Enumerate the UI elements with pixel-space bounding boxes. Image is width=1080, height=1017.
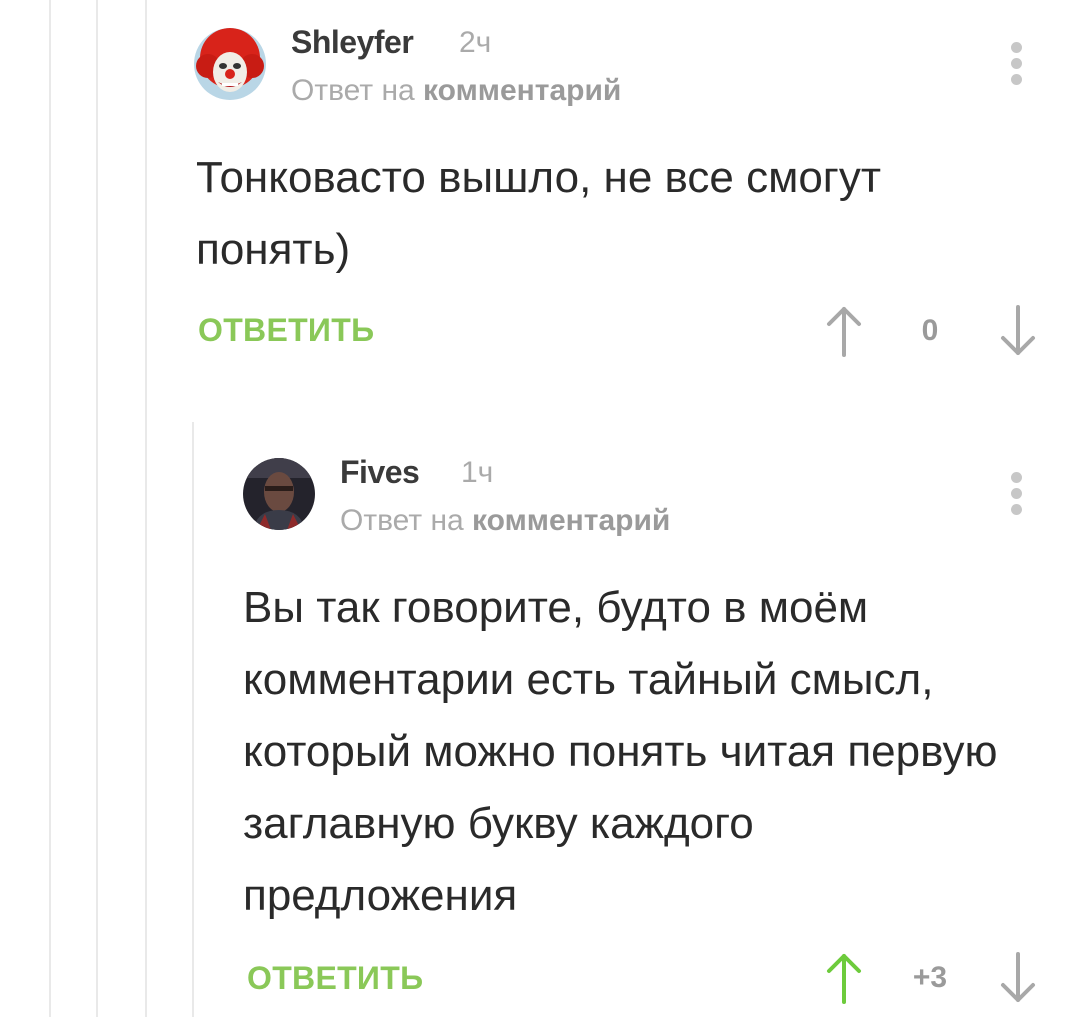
downvote-button[interactable] [998, 952, 1038, 1004]
comment: Fives 1ч Ответ на комментарий Вы так гов… [0, 430, 1080, 1017]
avatar[interactable] [243, 458, 315, 530]
clown-avatar-image [194, 28, 266, 100]
soldier-avatar-image [243, 458, 315, 530]
comment-text: Тонковасто вышло, не все смогут понять) [196, 153, 882, 274]
reply-prefix: Ответ на [340, 504, 464, 537]
comment-author[interactable]: Fives [340, 454, 420, 491]
reply-parent-link[interactable]: комментарий [472, 504, 670, 537]
comment-score: 0 [921, 314, 939, 347]
comment-text: Вы так говорите, будто в моём комментари… [243, 583, 998, 920]
reply-parent-link[interactable]: комментарий [423, 74, 621, 107]
comment: Shleyfer 2ч Ответ на комментарий Тонкова… [0, 0, 1080, 400]
upvote-button[interactable] [824, 952, 864, 1004]
more-vertical-icon[interactable] [1006, 42, 1026, 90]
comment-author[interactable]: Shleyfer [291, 24, 414, 61]
comment-score: +3 [912, 961, 948, 994]
arrow-down-icon [1001, 305, 1035, 355]
reply-prefix: Ответ на [291, 74, 415, 107]
reply-info: Ответ на комментарий [291, 74, 621, 108]
reply-info: Ответ на комментарий [340, 504, 670, 538]
comment-time: 1ч [461, 456, 494, 489]
arrow-down-icon [1001, 952, 1035, 1002]
reply-button[interactable]: ОТВЕТИТЬ [247, 960, 423, 997]
arrow-up-icon [827, 954, 861, 1004]
avatar[interactable] [194, 28, 266, 100]
reply-button[interactable]: ОТВЕТИТЬ [198, 312, 374, 349]
downvote-button[interactable] [998, 305, 1038, 357]
arrow-up-icon [827, 307, 861, 357]
more-vertical-icon[interactable] [1006, 472, 1026, 520]
comment-time: 2ч [459, 26, 492, 59]
upvote-button[interactable] [824, 305, 864, 357]
